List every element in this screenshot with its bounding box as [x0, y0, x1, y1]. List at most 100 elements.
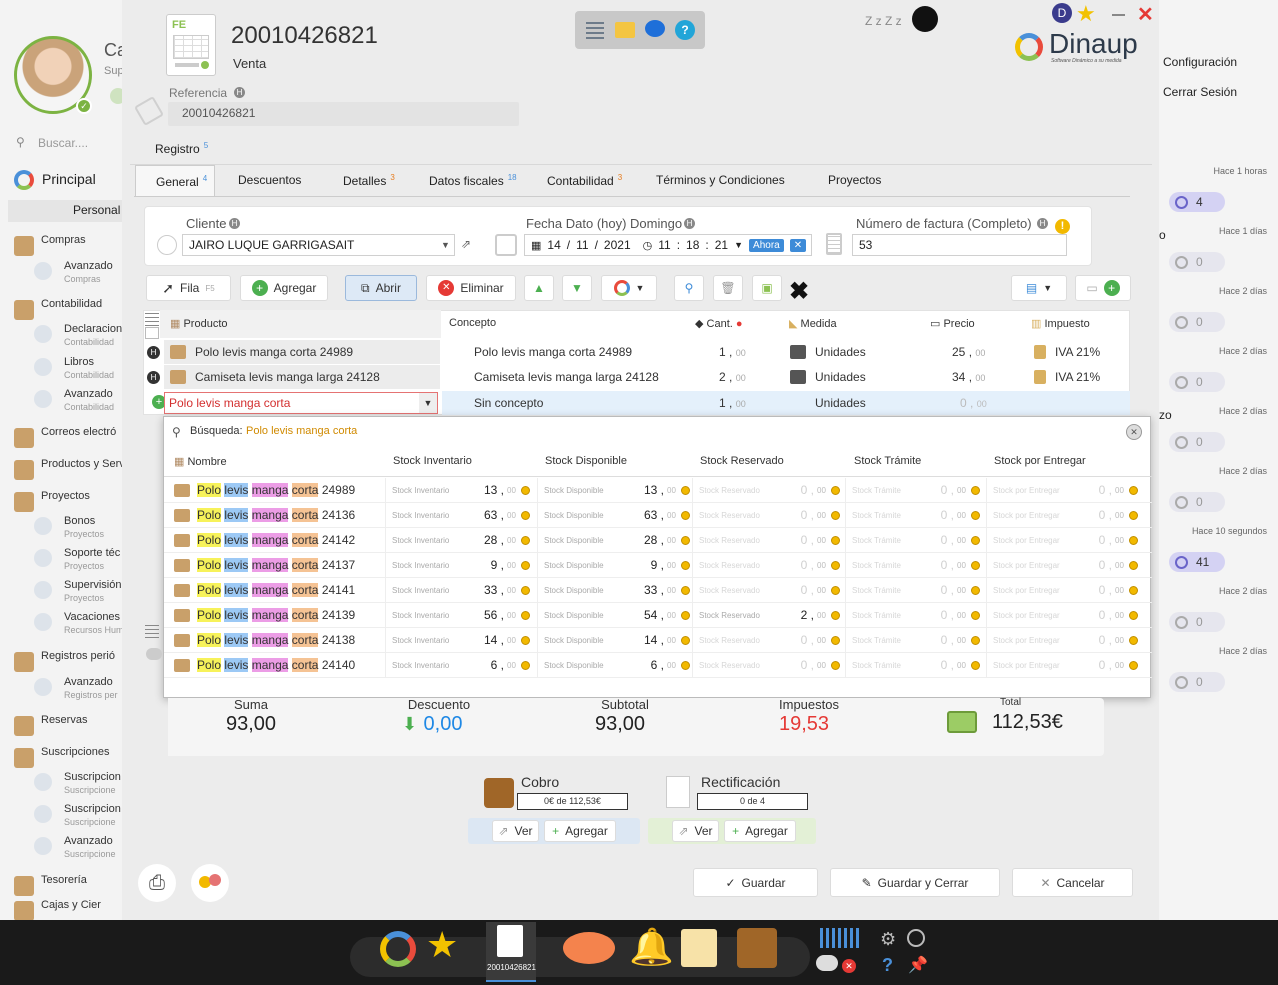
sidebar-item[interactable]: Suscripcion: [64, 803, 121, 815]
row-precio[interactable]: 34 , 00: [952, 370, 985, 384]
sidebar-item[interactable]: Supervisión: [64, 579, 121, 591]
wallet-app-icon[interactable]: [737, 928, 777, 968]
bell-icon[interactable]: 🔔: [629, 926, 674, 968]
note-badge[interactable]: 0: [1169, 372, 1225, 392]
search-result-row[interactable]: Polo levis manga corta 24142 Stock Invent…: [164, 528, 1152, 553]
sidebar-item[interactable]: Proyectos: [41, 490, 90, 502]
sidebar-item[interactable]: Vacaciones y Fe: [64, 611, 122, 623]
chat-bubbles-icon[interactable]: [563, 932, 615, 964]
grid-collapse-icon[interactable]: [145, 327, 159, 339]
move-up-button[interactable]: ▲: [524, 275, 554, 301]
export-button[interactable]: ▤ ▼: [1011, 275, 1067, 301]
sidebar-item[interactable]: Correos electró: [41, 426, 116, 438]
search-result-row[interactable]: Polo levis manga corta 24137 Stock Invent…: [164, 553, 1152, 578]
grid-menu-icon[interactable]: [145, 312, 159, 326]
agregar-button[interactable]: + Agregar: [240, 275, 328, 301]
row-concepto[interactable]: Polo levis manga corta 24989: [474, 345, 632, 359]
tab-item[interactable]: Datos fiscales 18: [413, 165, 521, 197]
sidebar-item[interactable]: Soporte téc: [64, 547, 120, 559]
search-result-row[interactable]: Polo levis manga corta 24136 Stock Invent…: [164, 503, 1152, 528]
sidebar-item[interactable]: Tesorería: [41, 874, 87, 886]
eliminar-button[interactable]: ✕ Eliminar: [426, 275, 516, 301]
cerrar-sesion-link[interactable]: Cerrar Sesión: [1163, 85, 1237, 99]
close-icon[interactable]: ✕: [1137, 2, 1154, 27]
search-result-row[interactable]: Polo levis manga corta 24140 Stock Invent…: [164, 653, 1152, 678]
help-h-icon[interactable]: H: [684, 218, 695, 229]
col-nombre[interactable]: ▦ Nombre: [174, 455, 227, 468]
side-menu-icon[interactable]: [145, 624, 159, 638]
hora-s[interactable]: 21: [715, 238, 728, 252]
search-input[interactable]: Buscar....: [38, 136, 88, 150]
row-medida[interactable]: Unidades: [815, 370, 866, 384]
tab-item[interactable]: Contabilidad 3: [531, 165, 631, 197]
sidebar-item[interactable]: Productos y Serv: [41, 458, 122, 470]
search-result-row[interactable]: Polo levis manga corta 24989 Stock Invent…: [164, 478, 1152, 503]
help-icon[interactable]: ?: [675, 20, 695, 40]
expand-icon[interactable]: ✖: [789, 277, 809, 306]
sidebar-item[interactable]: Declaracion: [64, 323, 122, 335]
producto-edit-input[interactable]: Polo levis manga corta: [164, 392, 438, 414]
color-picker-button[interactable]: ▼: [601, 275, 657, 301]
note-badge[interactable]: 0: [1169, 492, 1225, 512]
chevron-down-icon[interactable]: ▼: [441, 240, 450, 250]
sidebar-item[interactable]: Cajas y Cier: [41, 899, 101, 911]
note-badge[interactable]: 0: [1169, 612, 1225, 632]
sidebar-item[interactable]: Avanzado: [64, 260, 113, 272]
col-stock-res[interactable]: Stock Reservado: [700, 455, 784, 467]
rect-agregar-button[interactable]: + Agregar: [724, 820, 796, 842]
calendar-clock-icon[interactable]: [495, 234, 517, 256]
network-icon[interactable]: [820, 928, 860, 948]
sidebar-item[interactable]: Avanzado: [64, 676, 113, 688]
clear-date-button[interactable]: ✕: [789, 238, 807, 252]
row-h-icon[interactable]: H: [147, 371, 160, 384]
col-producto[interactable]: ▦ Producto: [170, 317, 228, 330]
sidebar-item[interactable]: Libros: [64, 356, 94, 368]
help-h-icon[interactable]: H: [234, 87, 245, 98]
fecha-day[interactable]: 14: [547, 238, 560, 252]
tab-item[interactable]: Proyectos: [812, 165, 892, 197]
row-medida[interactable]: Unidades: [815, 345, 866, 359]
print-icon[interactable]: ⎙: [138, 864, 176, 902]
search-button[interactable]: ⚲: [674, 275, 704, 301]
sidebar-item[interactable]: Contabilidad: [41, 298, 102, 310]
note-badge[interactable]: 4: [1169, 192, 1225, 212]
cliente-input[interactable]: JAIRO LUQUE GARRIGASAIT: [182, 234, 455, 256]
search-result-row[interactable]: Polo levis manga corta 24138 Stock Invent…: [164, 628, 1152, 653]
close-search-icon[interactable]: ✕: [1126, 424, 1142, 440]
list-icon[interactable]: [586, 21, 604, 39]
sidebar-item[interactable]: Compras: [41, 234, 86, 246]
row-producto[interactable]: Camiseta levis manga larga 24128: [195, 370, 380, 384]
cancelar-button[interactable]: ✕ Cancelar: [1012, 868, 1133, 897]
search-result-row[interactable]: Polo levis manga corta 24139 Stock Invent…: [164, 603, 1152, 628]
error-icon[interactable]: ✕: [842, 959, 856, 973]
folder-icon[interactable]: [615, 22, 635, 38]
ahora-button[interactable]: Ahora: [749, 238, 784, 252]
tab-item[interactable]: Términos y Condiciones: [640, 165, 800, 197]
edit-medida[interactable]: Unidades: [815, 396, 866, 410]
col-precio[interactable]: ▭ Precio: [930, 317, 975, 330]
col-concepto[interactable]: Concepto: [449, 317, 496, 329]
share-users-icon[interactable]: [191, 864, 229, 902]
row-concepto[interactable]: Camiseta levis manga larga 24128: [474, 370, 659, 384]
sidebar-item[interactable]: Avanzado: [64, 835, 113, 847]
sidebar-item[interactable]: Avanzado: [64, 388, 113, 400]
comment-add-button[interactable]: ▭ +: [1075, 275, 1131, 301]
configuracion-link[interactable]: Configuración: [1163, 55, 1237, 69]
col-impuesto[interactable]: ▥ Impuesto: [1031, 317, 1090, 330]
cobro-agregar-button[interactable]: + Agregar: [544, 820, 616, 842]
note-badge[interactable]: 0: [1169, 672, 1225, 692]
col-stock-disp[interactable]: Stock Disponible: [545, 455, 627, 467]
row-cant[interactable]: 2 , 00: [719, 370, 746, 384]
tab-item[interactable]: General 4: [135, 165, 215, 197]
trash-button[interactable]: 🗑: [713, 275, 743, 301]
add-row-button[interactable]: ➚ Fila F5: [146, 275, 231, 301]
hora-m[interactable]: 18: [686, 238, 699, 252]
sidebar-principal[interactable]: Principal: [42, 171, 96, 187]
sidebar-item[interactable]: Bonos: [64, 515, 95, 527]
tab-registro[interactable]: Registro 5: [155, 141, 208, 156]
fecha-year[interactable]: 2021: [604, 238, 631, 252]
warning-icon[interactable]: !: [1055, 219, 1070, 234]
sidebar-item[interactable]: Suscripciones: [41, 746, 109, 758]
minimize-icon[interactable]: [1112, 14, 1125, 16]
search-result-row[interactable]: Polo levis manga corta 24141 Stock Invent…: [164, 578, 1152, 603]
